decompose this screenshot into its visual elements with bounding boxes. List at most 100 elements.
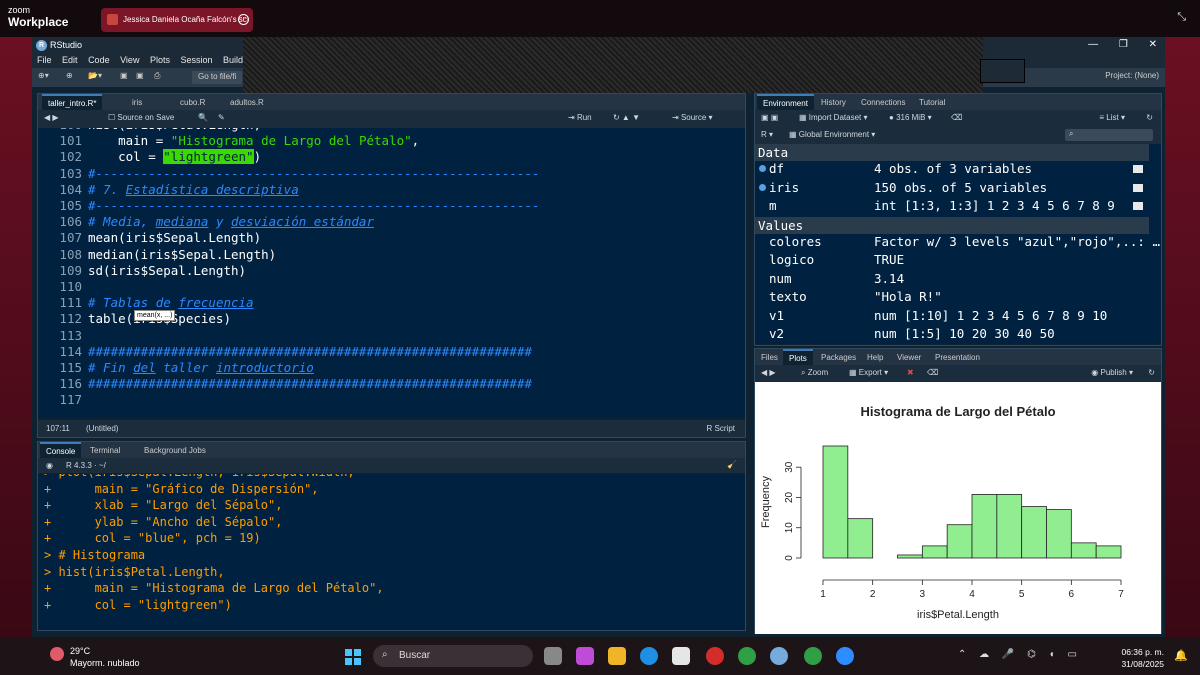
clear-console-icon[interactable]: 🧹: [727, 460, 737, 469]
zoom-button[interactable]: ⌕ Zoom: [801, 368, 828, 378]
save-icon[interactable]: ▣: [120, 71, 128, 84]
scope-indicator[interactable]: (Untitled): [86, 424, 118, 433]
env-section-data[interactable]: Data: [755, 144, 1149, 161]
code-token: y: [208, 214, 231, 230]
weather-widget[interactable]: 29°C Mayorm. nublado: [70, 645, 140, 669]
view-grid-icon[interactable]: [1133, 165, 1143, 173]
weather-icon[interactable]: [50, 647, 64, 661]
env-row[interactable]: m int [1:3, 1:3] 1 2 3 4 5 6 7 8 9: [755, 198, 1149, 216]
print-icon[interactable]: ⎙: [154, 71, 160, 84]
re-run-icon[interactable]: ↻ ▲ ▼: [613, 113, 640, 122]
store-icon[interactable]: [672, 647, 690, 665]
clear-plots-icon[interactable]: ⌫: [927, 368, 938, 377]
system-tray[interactable]: ⌃ ☁ 🎤 ⌬ ◖ ▭: [958, 649, 1077, 660]
broom-icon[interactable]: ⌫: [951, 113, 962, 122]
env-row[interactable]: colores Factor w/ 3 levels "azul","rojo",…: [755, 234, 1160, 252]
list-view-dropdown[interactable]: ≡ List ▾: [1099, 113, 1125, 122]
copilot-icon[interactable]: [576, 647, 594, 665]
menu-code[interactable]: Code: [88, 55, 110, 65]
open-file-icon[interactable]: 📂▾: [88, 71, 102, 84]
language-dropdown[interactable]: R ▾: [761, 130, 773, 139]
tab-help[interactable]: Help: [861, 349, 889, 365]
goto-file-input[interactable]: Go to file/fi: [192, 71, 243, 84]
menu-edit[interactable]: Edit: [62, 55, 78, 65]
export-button[interactable]: ▦ Export ▾: [849, 368, 888, 377]
zoom-app-icon[interactable]: [836, 647, 854, 665]
env-row[interactable]: logico TRUE: [755, 252, 1149, 270]
load-icon[interactable]: ▣ ▣: [761, 113, 778, 122]
expand-icon[interactable]: [759, 165, 766, 172]
env-row[interactable]: df 4 obs. of 3 variables: [755, 161, 1149, 179]
notification-icon[interactable]: 🔔: [1174, 649, 1188, 662]
task-view-icon[interactable]: [544, 647, 562, 665]
console-output[interactable]: > plot(iris$Sepal.Length, iris$Sepal.Wid…: [38, 474, 745, 630]
tab-background-jobs[interactable]: Background Jobs: [138, 442, 212, 458]
env-search-input[interactable]: ⌕: [1065, 129, 1153, 141]
source-button[interactable]: ⇥ Source ▾: [672, 113, 713, 122]
window-controls[interactable]: — ❐ ✕: [1088, 39, 1157, 50]
menu-file[interactable]: File: [37, 55, 52, 65]
clock[interactable]: 06:36 p. m. 31/08/2025: [1121, 646, 1164, 670]
tab-plots[interactable]: Plots: [783, 349, 813, 365]
file-type[interactable]: R Script: [707, 424, 735, 433]
refresh-plot-icon[interactable]: ↻: [1148, 368, 1155, 377]
tab-history[interactable]: History: [815, 94, 852, 110]
search-icon[interactable]: 🔍: [198, 113, 208, 122]
menu-build[interactable]: Build: [223, 55, 243, 65]
edge-icon[interactable]: [640, 647, 658, 665]
env-row[interactable]: v1 num [1:10] 1 2 3 4 5 6 7 8 9 10: [755, 308, 1149, 326]
file-explorer-icon[interactable]: [608, 647, 626, 665]
view-grid-icon[interactable]: [1133, 183, 1143, 192]
view-grid-icon[interactable]: [1133, 202, 1143, 210]
taskbar-search[interactable]: ⌕ Buscar: [373, 645, 533, 667]
plot-back-forward-icon[interactable]: ◀ ▶: [761, 368, 776, 377]
menu-session[interactable]: Session: [181, 55, 213, 65]
new-project-icon[interactable]: ⊕: [66, 71, 73, 84]
tab-adultos[interactable]: adultos.R: [224, 94, 270, 110]
publish-button[interactable]: ◉ Publish ▾: [1091, 368, 1133, 377]
import-dataset-button[interactable]: ▦ Import Dataset ▾: [799, 113, 868, 122]
project-menu[interactable]: Project: (None): [1105, 71, 1159, 84]
opera-icon[interactable]: [706, 647, 724, 665]
expand-icon[interactable]: [759, 183, 766, 191]
tab-environment[interactable]: Environment: [757, 94, 814, 110]
chrome-icon[interactable]: [738, 647, 756, 665]
env-row[interactable]: texto "Hola R!": [755, 289, 1149, 307]
env-section-values[interactable]: Values: [755, 216, 1149, 234]
back-forward-icon[interactable]: ◀ ▶: [44, 113, 59, 122]
zoom-share-tab[interactable]: Jessica Daniela Ocaña Falcón's scı ⋯: [101, 8, 253, 32]
scope-dropdown[interactable]: ▦ Global Environment ▾: [789, 130, 875, 139]
line-number: 110: [59, 279, 82, 294]
menu-plots[interactable]: Plots: [150, 55, 170, 65]
memory-usage[interactable]: ● 316 MiB ▾: [889, 113, 932, 122]
tab-connections[interactable]: Connections: [855, 94, 911, 110]
new-file-icon[interactable]: ⊕▾: [38, 71, 49, 84]
save-all-icon[interactable]: ▣: [136, 71, 144, 84]
wand-icon[interactable]: ✎: [218, 113, 225, 122]
tab-console[interactable]: Console: [40, 442, 82, 458]
chrome-profile-icon[interactable]: [804, 647, 822, 665]
tab-packages[interactable]: Packages: [815, 349, 862, 365]
tab-terminal[interactable]: Terminal: [84, 442, 126, 458]
rstudio-taskbar-icon[interactable]: [770, 647, 788, 665]
collapse-icon[interactable]: ⤡: [1177, 11, 1186, 24]
env-row[interactable]: v2 num [1:5] 10 20 30 40 50: [755, 326, 1149, 344]
code-editor[interactable]: 100hist(iris$Petal.Length,101 main = "Hi…: [38, 128, 745, 418]
export-label: Export: [858, 368, 882, 377]
tab-files[interactable]: Files: [755, 349, 784, 365]
remove-plot-icon[interactable]: ✖: [907, 368, 914, 377]
tab-viewer[interactable]: Viewer: [891, 349, 927, 365]
tab-iris[interactable]: iris: [126, 94, 148, 110]
more-icon[interactable]: ⋯: [238, 14, 249, 25]
tab-tutorial[interactable]: Tutorial: [913, 94, 951, 110]
refresh-icon[interactable]: ↻: [1146, 113, 1153, 122]
tab-cubo[interactable]: cubo.R: [174, 94, 211, 110]
tab-taller-intro[interactable]: taller_intro.R*: [42, 94, 103, 110]
windows-start-icon[interactable]: [345, 649, 361, 665]
env-row[interactable]: iris 150 obs. of 5 variables: [755, 180, 1149, 198]
tab-presentation[interactable]: Presentation: [929, 349, 986, 365]
menu-view[interactable]: View: [120, 55, 139, 65]
run-button[interactable]: ⇥ Run: [568, 113, 592, 122]
source-on-save-checkbox[interactable]: ☐ Source on Save: [108, 113, 174, 122]
env-row[interactable]: num 3.14: [755, 271, 1149, 289]
